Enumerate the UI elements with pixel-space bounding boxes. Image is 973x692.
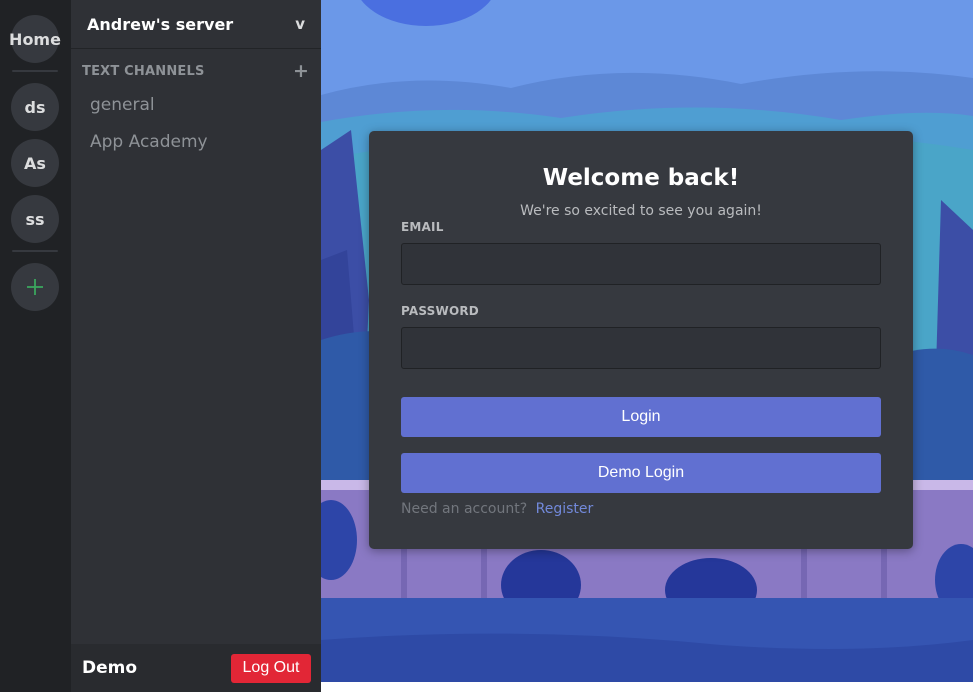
channel-name: general (90, 95, 155, 115)
home-button[interactable]: Home (9, 15, 61, 63)
channel-sidebar: Andrew's server v TEXT CHANNELS + genera… (71, 0, 321, 692)
channels-heading-label: TEXT CHANNELS (82, 63, 205, 79)
channel-item-general[interactable]: general (90, 92, 155, 118)
server-header[interactable]: Andrew's server v (71, 0, 321, 49)
server-initials: As (24, 153, 46, 173)
server-icon-ss[interactable]: ss (11, 195, 59, 243)
demo-login-button[interactable]: Demo Login (401, 453, 881, 493)
register-link[interactable]: Register (536, 501, 594, 517)
server-initials: ss (25, 209, 45, 229)
channel-name: App Academy (90, 132, 208, 152)
register-prompt: Need an account? (401, 501, 528, 517)
home-label: Home (9, 29, 61, 49)
email-label: EMAIL (401, 220, 444, 234)
add-channel-icon[interactable]: + (292, 62, 310, 81)
server-name: Andrew's server (87, 14, 234, 34)
server-rail: Home ds As ss (0, 0, 71, 692)
login-button[interactable]: Login (401, 397, 881, 437)
login-title: Welcome back! (542, 165, 740, 191)
server-initials: ds (24, 97, 46, 117)
chevron-down-icon[interactable]: v (295, 15, 305, 33)
password-field[interactable] (401, 327, 881, 369)
channels-heading: TEXT CHANNELS + (82, 62, 310, 81)
register-row: Need an account? Register (401, 501, 593, 517)
channel-item-app-academy[interactable]: App Academy (90, 129, 208, 155)
rail-divider (12, 250, 58, 252)
login-card: Welcome back! We're so excited to see yo… (369, 131, 913, 549)
login-subtitle: We're so excited to see you again! (520, 203, 762, 219)
plus-icon (27, 279, 43, 295)
main-area: Welcome back! We're so excited to see yo… (321, 0, 973, 692)
rail-divider (12, 70, 58, 72)
password-label: PASSWORD (401, 304, 479, 318)
server-icon-ds[interactable]: ds (11, 83, 59, 131)
add-server-button[interactable] (11, 263, 59, 311)
username: Demo (82, 658, 138, 678)
email-field[interactable] (401, 243, 881, 285)
logout-button[interactable]: Log Out (231, 653, 311, 683)
user-panel: Demo Log Out (71, 644, 321, 692)
server-icon-as[interactable]: As (11, 139, 59, 187)
